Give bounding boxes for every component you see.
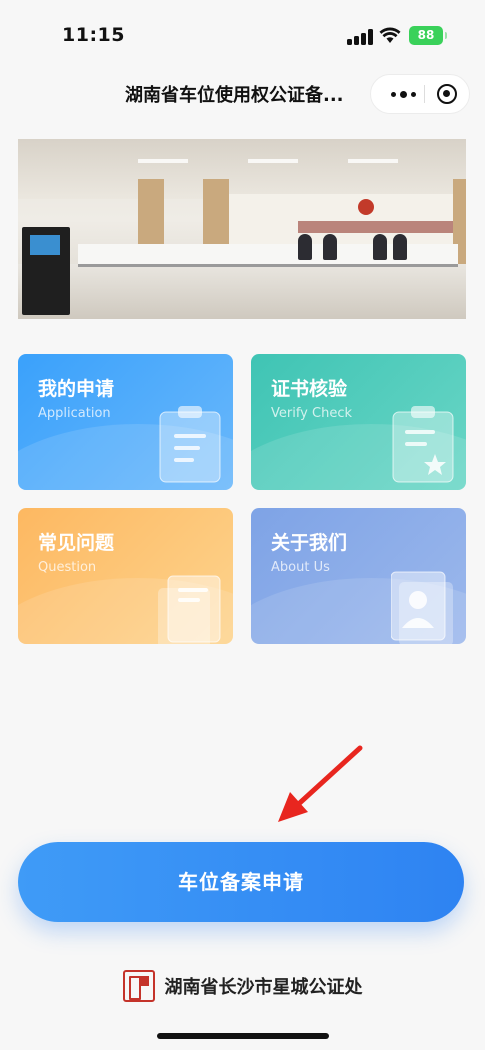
tile-subtitle: Question [38, 560, 97, 575]
wifi-icon [379, 27, 401, 43]
verify-check-tile[interactable]: 证书核验 Verify Check [251, 354, 466, 490]
about-us-tile[interactable]: 关于我们 About Us [251, 508, 466, 644]
faq-tile[interactable]: 常见问题 Question [18, 508, 233, 644]
footer-org-name: 湖南省长沙市星城公证处 [164, 977, 363, 998]
more-dots-icon[interactable] [383, 75, 423, 113]
nav-bar: 湖南省车位使用权公证备... [0, 70, 485, 120]
clipboard-star-icon [392, 406, 454, 483]
parking-filing-apply-button[interactable]: 车位备案申请 [18, 842, 464, 922]
battery-indicator: 88 [409, 26, 447, 45]
person-card-icon [391, 571, 453, 644]
my-application-tile[interactable]: 我的申请 Application [18, 354, 233, 490]
mini-program-capsule [370, 74, 470, 114]
status-bar: 11:15 88 [0, 0, 485, 70]
tile-title: 证书核验 [271, 378, 348, 400]
notary-seal-icon [122, 970, 155, 1002]
red-arrow-icon [278, 745, 363, 822]
service-hall-banner [18, 139, 466, 319]
target-close-icon[interactable] [437, 84, 457, 104]
capsule-divider [424, 85, 425, 103]
clipboard-list-icon [159, 406, 221, 483]
page-title: 湖南省车位使用权公证备... [125, 85, 344, 106]
home-indicator[interactable] [157, 1033, 329, 1039]
document-icon [158, 575, 221, 644]
footer: 湖南省长沙市星城公证处 [0, 966, 485, 1006]
tile-title: 常见问题 [38, 532, 115, 554]
status-time: 11:15 [62, 24, 125, 46]
tile-title: 关于我们 [271, 532, 348, 554]
cellular-signal-icon [347, 29, 373, 45]
tile-subtitle: Verify Check [271, 406, 353, 421]
tile-title: 我的申请 [38, 378, 115, 400]
tile-subtitle: About Us [271, 560, 330, 575]
tile-subtitle: Application [38, 406, 111, 421]
